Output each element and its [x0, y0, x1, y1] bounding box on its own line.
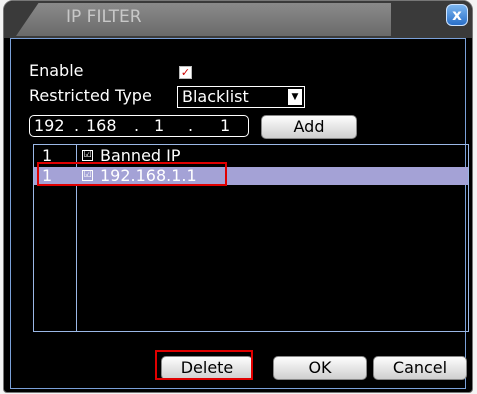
restricted-type-label: Restricted Type	[29, 86, 152, 105]
dialog-content: Enable ✓ Restricted Type Blacklist ▼ 192…	[10, 38, 469, 389]
ip-octet-3[interactable]: 1	[154, 116, 164, 136]
delete-highlight-box	[155, 350, 253, 380]
restricted-type-select[interactable]: Blacklist ▼	[177, 86, 305, 108]
check-icon: ✓	[180, 66, 191, 79]
enable-checkbox[interactable]: ✓	[179, 66, 192, 79]
row-highlight-box	[37, 162, 227, 186]
ip-address-input[interactable]: 192 . 168 . 1 . 1	[29, 115, 249, 137]
ip-octet-1[interactable]: 192	[34, 116, 65, 136]
chevron-down-icon: ▼	[288, 89, 302, 105]
ip-separator: .	[134, 116, 140, 135]
cancel-button[interactable]: Cancel	[373, 356, 467, 380]
close-icon: x	[452, 6, 462, 24]
ip-octet-2[interactable]: 168	[86, 116, 117, 136]
ip-separator: .	[74, 116, 80, 135]
close-button[interactable]: x	[446, 4, 468, 26]
enable-label: Enable	[29, 61, 84, 80]
ip-filter-dialog: IP FILTER x Enable ✓ Restricted Type Bla…	[3, 0, 473, 393]
title-bar: IP FILTER x	[4, 1, 472, 38]
ok-button[interactable]: OK	[273, 356, 367, 380]
header-checkbox[interactable]: ☑	[82, 150, 93, 161]
add-button[interactable]: Add	[261, 115, 357, 139]
ip-octet-4[interactable]: 1	[220, 116, 230, 136]
ip-separator: .	[188, 116, 194, 135]
restricted-type-value: Blacklist	[182, 87, 249, 106]
dialog-title: IP FILTER	[66, 7, 142, 27]
